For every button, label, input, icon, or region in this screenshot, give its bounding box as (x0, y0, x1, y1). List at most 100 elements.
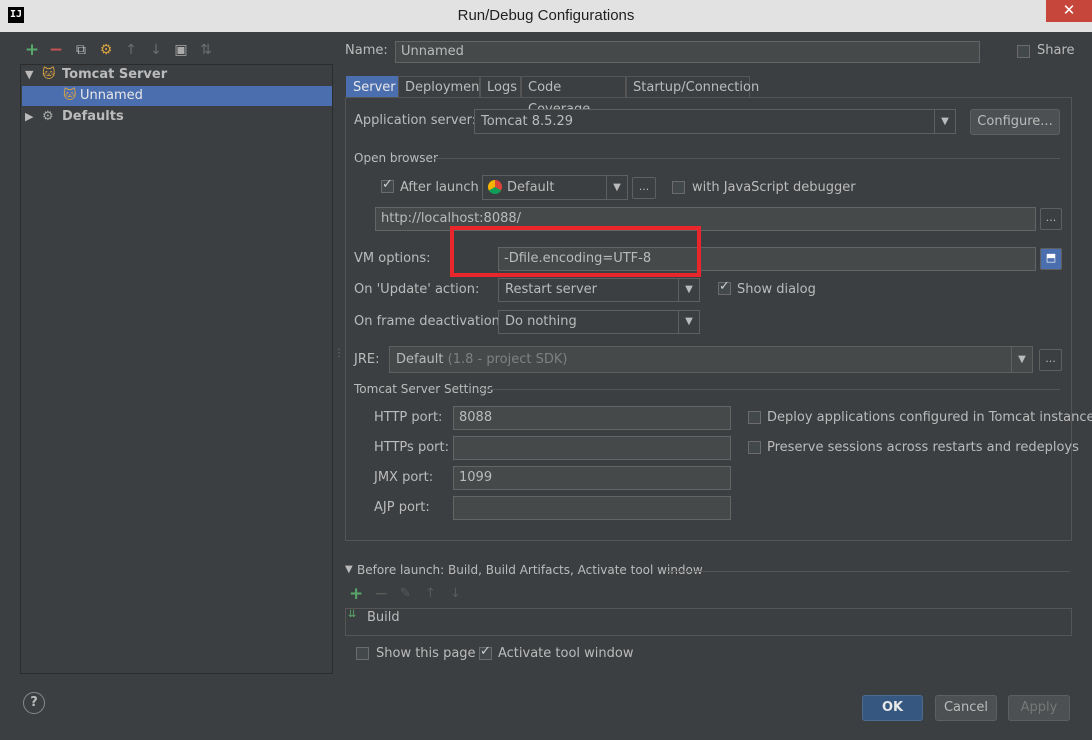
chrome-icon (488, 180, 502, 194)
after-launch-checkbox[interactable] (381, 177, 394, 193)
move-up-icon[interactable]: ↑ (122, 42, 140, 58)
remove-task-icon[interactable]: − (374, 584, 388, 604)
move-task-down-icon[interactable]: ↓ (450, 586, 461, 601)
before-launch-header[interactable]: Before launch: Build, Build Artifacts, A… (357, 563, 703, 577)
sort-icon[interactable]: ⇅ (197, 42, 215, 58)
http-port-label: HTTP port: (374, 410, 443, 425)
expand-arrow-icon[interactable]: ▼ (25, 65, 33, 85)
splitter-handle-icon[interactable]: ⋮ (334, 348, 344, 359)
add-task-icon[interactable]: + (349, 584, 363, 604)
wrench-icon: ⚙ (42, 109, 54, 124)
on-update-label: On 'Update' action: (354, 282, 480, 297)
configure-button[interactable]: Configure... (970, 109, 1060, 135)
jmx-port-input[interactable]: 1099 (453, 466, 731, 490)
https-port-label: HTTPs port: (374, 440, 449, 455)
dropdown-arrow-icon[interactable]: ▼ (606, 176, 627, 199)
browser-ellipsis-button[interactable]: ... (632, 177, 656, 199)
jre-label: JRE: (354, 352, 380, 367)
tree-item-unnamed[interactable]: 🐱 Unnamed (22, 86, 332, 106)
ajp-port-input[interactable] (453, 496, 731, 520)
browser-value: Default (507, 180, 555, 195)
tab-deployment[interactable]: Deployment (398, 76, 485, 98)
help-icon[interactable]: ? (23, 692, 45, 714)
build-icon: ⇊ (348, 609, 357, 620)
tree-item-defaults[interactable]: ▶ ⚙ Defaults (22, 107, 332, 127)
on-update-select[interactable]: Restart server ▼ (498, 278, 700, 302)
tomcat-icon: 🐱 (63, 88, 77, 103)
tab-code-coverage[interactable]: Code Coverage (521, 76, 626, 117)
after-launch-label: After launch (400, 180, 479, 195)
dropdown-arrow-icon[interactable]: ▼ (678, 311, 699, 333)
edit-task-icon[interactable]: ✎ (400, 586, 411, 601)
share-label: Share (1037, 43, 1075, 58)
preserve-sessions-label: Preserve sessions across restarts and re… (767, 440, 1079, 455)
https-port-input[interactable] (453, 436, 731, 460)
app-server-select[interactable]: Tomcat 8.5.29 ▼ (474, 109, 956, 134)
app-server-label: Application server: (354, 113, 477, 128)
before-launch-item[interactable]: Build (367, 610, 400, 625)
group-separator (478, 389, 1060, 390)
wrench-icon[interactable]: ⚙ (97, 42, 115, 58)
tab-startup-connection[interactable]: Startup/Connection (626, 76, 759, 98)
deploy-apps-label: Deploy applications configured in Tomcat… (767, 410, 1092, 425)
collapse-arrow-icon[interactable]: ▶ (25, 107, 33, 127)
tree-label: Unnamed (80, 88, 143, 103)
move-task-up-icon[interactable]: ↑ (425, 586, 436, 601)
folder-icon[interactable]: ▣ (172, 42, 190, 58)
jmx-port-label: JMX port: (374, 470, 434, 485)
show-dialog-label: Show dialog (737, 282, 816, 297)
close-button[interactable]: ✕ (1046, 0, 1092, 22)
copy-icon[interactable]: ⧉ (72, 42, 90, 58)
expand-field-icon[interactable]: ⬒ (1040, 248, 1062, 270)
ajp-port-label: AJP port: (374, 500, 430, 515)
window-title: Run/Debug Configurations (457, 7, 635, 24)
on-frame-value: Do nothing (505, 314, 577, 329)
remove-icon[interactable]: − (47, 42, 65, 59)
deploy-apps-checkbox[interactable] (748, 411, 761, 424)
dropdown-arrow-icon[interactable]: ▼ (934, 110, 955, 133)
vm-options-label: VM options: (354, 251, 431, 266)
show-this-page-checkbox[interactable] (356, 647, 369, 660)
name-input[interactable]: Unnamed (395, 41, 980, 63)
dropdown-arrow-icon[interactable]: ▼ (1011, 347, 1032, 372)
ok-button[interactable]: OK (862, 695, 923, 721)
browser-select[interactable]: Default ▼ (482, 175, 628, 200)
group-separator (667, 571, 1070, 572)
preserve-sessions-checkbox[interactable] (748, 441, 761, 454)
url-ellipsis-button[interactable]: ... (1040, 208, 1062, 230)
cancel-button[interactable]: Cancel (935, 695, 997, 721)
tree-label: Defaults (62, 109, 124, 124)
add-icon[interactable]: + (23, 42, 41, 59)
activate-tool-window-label: Activate tool window (498, 646, 634, 661)
tree-item-tomcat-server[interactable]: ▼ 🐱 Tomcat Server (22, 65, 332, 85)
http-port-input[interactable]: 8088 (453, 406, 731, 430)
move-down-icon[interactable]: ↓ (147, 42, 165, 58)
title-bar: IJ Run/Debug Configurations ✕ (0, 0, 1092, 32)
tab-logs[interactable]: Logs (480, 76, 521, 98)
activate-tool-window-checkbox[interactable] (479, 644, 492, 660)
on-frame-select[interactable]: Do nothing ▼ (498, 310, 700, 334)
jre-hint: (1.8 - project SDK) (447, 352, 568, 367)
name-label: Name: (345, 43, 388, 58)
jre-select[interactable]: Default (1.8 - project SDK) ▼ (389, 346, 1033, 373)
group-separator (434, 158, 1060, 159)
tab-server[interactable]: Server (346, 76, 398, 98)
tree-label: Tomcat Server (62, 67, 168, 82)
jre-ellipsis-button[interactable]: ... (1039, 349, 1062, 371)
tomcat-icon: 🐱 (42, 67, 56, 82)
config-tree-panel (20, 64, 333, 674)
apply-button[interactable]: Apply (1008, 695, 1070, 721)
app-server-value: Tomcat 8.5.29 (481, 114, 574, 129)
js-debugger-checkbox[interactable] (672, 181, 685, 194)
jre-value: Default (396, 352, 444, 367)
share-checkbox[interactable] (1017, 45, 1030, 58)
before-launch-collapse-icon[interactable]: ▼ (345, 564, 353, 575)
before-launch-list: ⇊ Build (345, 608, 1072, 636)
dropdown-arrow-icon[interactable]: ▼ (678, 279, 699, 301)
show-dialog-checkbox[interactable] (718, 279, 731, 295)
js-debugger-label: with JavaScript debugger (692, 180, 856, 195)
show-this-page-label: Show this page (376, 646, 476, 661)
highlight-box (450, 226, 701, 277)
on-frame-label: On frame deactivation: (354, 314, 505, 329)
tomcat-settings-label: Tomcat Server Settings (354, 382, 494, 396)
